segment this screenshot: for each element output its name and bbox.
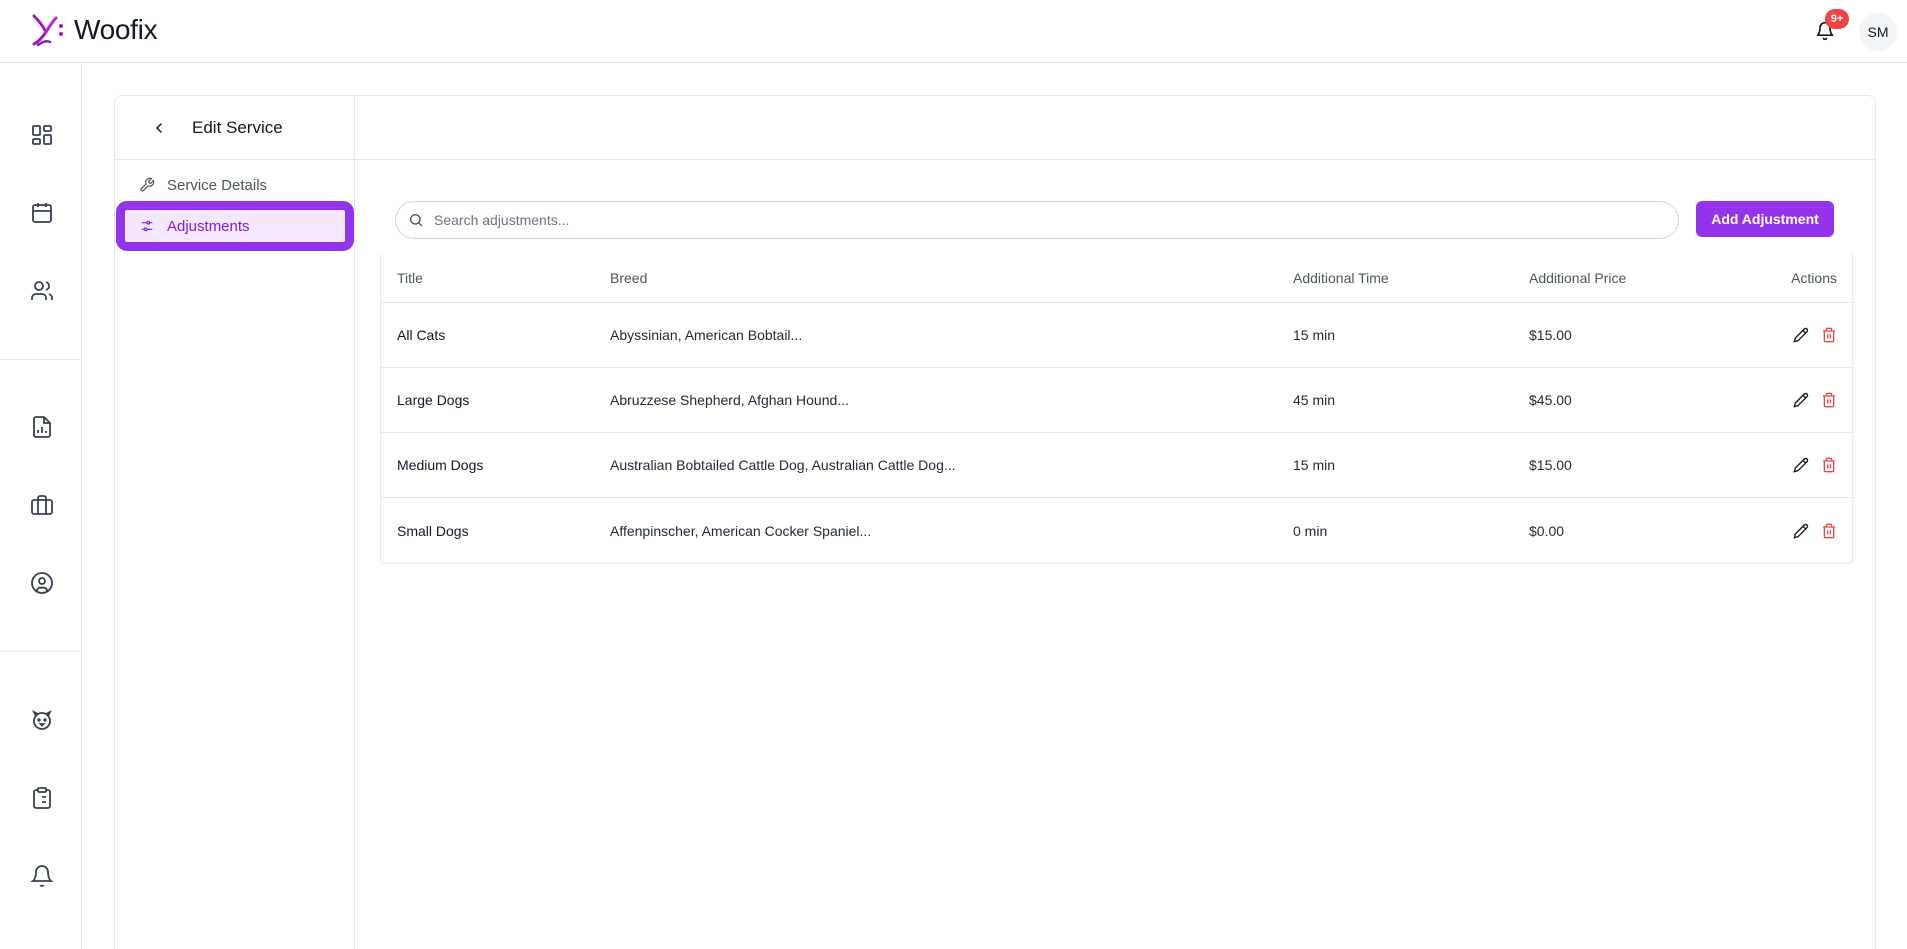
rail-pets-button[interactable] <box>22 700 62 740</box>
card-header <box>115 96 1875 160</box>
row-price: $45.00 <box>1529 392 1572 408</box>
table-row[interactable]: Small Dogs Affenpinscher, American Cocke… <box>381 498 1852 563</box>
delete-button[interactable] <box>1821 519 1837 543</box>
rail-tasks-button[interactable] <box>22 778 62 818</box>
trash-icon <box>1823 523 1835 538</box>
side-nav-label: Adjustments <box>167 217 250 235</box>
woofix-logo-icon <box>32 14 63 47</box>
row-title: Medium Dogs <box>397 457 484 473</box>
edit-button[interactable] <box>1793 323 1809 347</box>
side-nav-service-details[interactable]: Service Details <box>123 167 347 203</box>
table-header-row: Title Breed Additional Time Additional P… <box>381 253 1852 303</box>
edit-service-card: Edit Service Service Details Adjustments… <box>114 95 1876 949</box>
users-icon <box>31 281 53 300</box>
rail-reports-button[interactable] <box>22 407 62 447</box>
rail-divider <box>0 359 82 360</box>
rail-divider <box>0 651 82 652</box>
table-row[interactable]: Medium Dogs Australian Bobtailed Cattle … <box>381 433 1852 498</box>
rail-calendar-button[interactable] <box>22 193 62 233</box>
trash-icon <box>1823 457 1835 473</box>
row-time: 15 min <box>1293 457 1336 473</box>
rail-services-button[interactable] <box>22 485 62 525</box>
chevron-left-icon <box>155 123 162 133</box>
rail-notifications-button[interactable] <box>22 856 62 896</box>
delete-button[interactable] <box>1821 388 1837 412</box>
side-nav-adjustments[interactable]: Adjustments <box>116 201 354 251</box>
search-bar[interactable] <box>395 201 1679 239</box>
edit-button[interactable] <box>1793 388 1809 412</box>
column-header-actions: Actions <box>1791 269 1837 286</box>
clipboard-list-icon <box>33 787 51 809</box>
column-header-additional-time[interactable]: Additional Time <box>1293 253 1389 302</box>
delete-button[interactable] <box>1821 323 1837 347</box>
top-bar: Woofix 9+ SM <box>0 0 1907 63</box>
page-title: Edit Service <box>192 118 283 137</box>
table-row[interactable]: Large Dogs Abruzzese Shepherd, Afghan Ho… <box>381 368 1852 433</box>
user-circle-icon <box>31 572 53 594</box>
brand-logo[interactable]: Woofix <box>30 12 158 48</box>
trash-icon <box>1823 327 1835 343</box>
notifications-button[interactable]: 9+ <box>1812 9 1849 44</box>
row-title: Small Dogs <box>397 522 469 539</box>
row-actions <box>1781 303 1837 367</box>
row-breed: Affenpinscher, American Cocker Spaniel..… <box>610 522 872 539</box>
service-side-nav: Edit Service Service Details Adjustments <box>115 96 355 949</box>
sliders-icon <box>141 220 153 232</box>
row-time: 45 min <box>1293 392 1336 408</box>
report-icon <box>33 416 51 438</box>
row-title: All Cats <box>397 327 446 343</box>
row-actions <box>1781 433 1837 497</box>
row-time: 15 min <box>1293 327 1336 343</box>
row-price: $15.00 <box>1529 457 1572 473</box>
brand-name: Woofix <box>74 14 158 45</box>
delete-button[interactable] <box>1821 453 1837 477</box>
column-header-breed[interactable]: Breed <box>610 253 647 302</box>
wrench-icon <box>140 177 155 192</box>
left-icon-rail <box>0 63 82 949</box>
add-adjustment-button[interactable]: Add Adjustment <box>1696 201 1834 237</box>
table-row[interactable]: All Cats Abyssinian, American Bobtail...… <box>381 303 1852 368</box>
adjustments-table: Title Breed Additional Time Additional P… <box>380 253 1853 564</box>
pencil-icon <box>1793 327 1809 343</box>
row-time: 0 min <box>1293 522 1328 539</box>
rail-dashboard-button[interactable] <box>22 115 62 155</box>
briefcase-icon <box>31 495 53 515</box>
dog-icon <box>31 709 53 730</box>
rail-users-button[interactable] <box>22 271 62 311</box>
row-price: $0.00 <box>1529 522 1565 539</box>
row-title: Large Dogs <box>397 392 470 408</box>
column-header-title[interactable]: Title <box>397 253 423 302</box>
pencil-icon <box>1793 523 1809 539</box>
search-input[interactable] <box>434 212 1634 228</box>
edit-button[interactable] <box>1793 519 1809 543</box>
row-breed: Australian Bobtailed Cattle Dog, Austral… <box>610 457 956 473</box>
pencil-icon <box>1793 392 1809 408</box>
edit-button[interactable] <box>1793 453 1809 477</box>
back-button[interactable] <box>149 118 169 138</box>
row-actions <box>1781 498 1837 563</box>
rail-profile-button[interactable] <box>22 563 62 603</box>
dashboard-icon <box>32 125 52 145</box>
row-price: $15.00 <box>1529 327 1572 343</box>
bell-icon <box>30 865 54 887</box>
row-breed: Abruzzese Shepherd, Afghan Hound... <box>610 392 849 408</box>
user-avatar[interactable]: SM <box>1859 13 1897 51</box>
pencil-icon <box>1793 457 1809 473</box>
row-breed: Abyssinian, American Bobtail... <box>610 327 803 343</box>
search-icon <box>410 214 423 227</box>
side-nav-label: Service Details <box>167 176 268 194</box>
row-actions <box>1781 368 1837 432</box>
column-header-additional-price[interactable]: Additional Price <box>1529 253 1626 302</box>
trash-icon <box>1823 392 1835 408</box>
notification-count-badge: 9+ <box>1825 9 1849 29</box>
calendar-icon <box>32 203 52 223</box>
